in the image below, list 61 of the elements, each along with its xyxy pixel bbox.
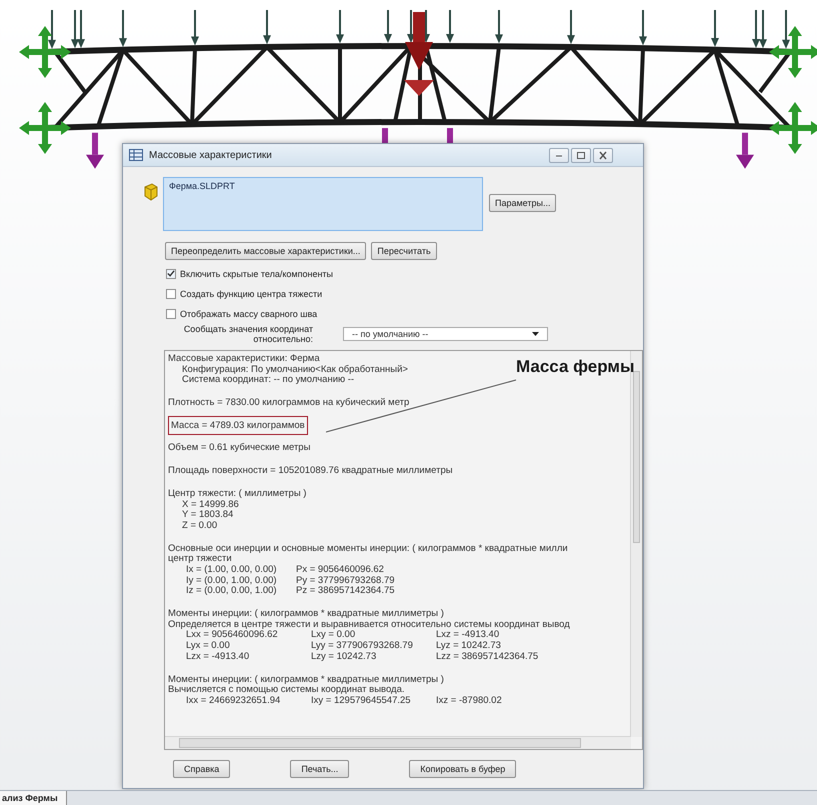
report-line: Массовые характеристики: Ферма [168,354,320,365]
report-line: центр тяжести [168,554,232,565]
report-value: Iy = (0.00, 1.00, 0.00) [186,576,277,586]
checkbox[interactable] [166,288,176,298]
report-line: Моменты инерции: ( килограммов * квадратные миллиметры ) [168,674,444,686]
selection-list[interactable]: Ферма.SLDPRT [163,177,483,231]
close-icon [597,150,609,160]
report-value: Lzz = 386957142364.75 [436,652,538,663]
report-value: Lzx = -4913.40 [186,652,250,663]
action-button[interactable]: Пересчитать [371,242,437,260]
report-value: Ixx = 24669232651.94 [186,696,280,707]
maximize-button[interactable] [571,148,591,162]
checkbox[interactable] [166,308,176,318]
checkbox[interactable] [166,268,176,278]
report-line: Вычисляется с помощью системы координат вывода. [168,685,405,696]
report-line: X = 14999.86 [181,500,239,510]
report-line: Объем = 0.61 кубические метры [168,443,310,454]
dialog-button[interactable]: Копировать в буфер [409,760,516,778]
window-title: Массовые характеристики [149,150,273,160]
list-item[interactable]: Ферма.SLDPRT [169,181,235,191]
close-button[interactable] [593,148,613,162]
report-value: Px = 9056460096.62 [296,564,384,576]
dialog-button[interactable]: Печать... [290,760,350,778]
horizontal-scrollbar[interactable] [165,736,631,749]
coordinate-dropdown[interactable]: -- по умолчанию -- [343,327,548,341]
action-button[interactable]: Переопределить массовые характеристики... [165,242,366,260]
report-line: Конфигурация: По умолчанию<Как обработанный> [181,364,408,375]
dialog-button[interactable]: Справка [173,760,230,778]
report-line: Плотность = 7830.00 килограммов на кубический метр [168,398,410,409]
report-line: Z = 0.00 [181,520,218,532]
report-value: Py = 377996793268.79 [296,576,395,586]
report-line: Y = 1803.84 [181,510,234,521]
report-value: Lxz = -4913.40 [436,630,500,641]
report-value: Pz = 386957142364.75 [296,586,395,598]
callout-label: Масса фермы [516,357,634,377]
maximize-icon [575,150,587,160]
report-value: Lxx = 9056460096.62 [186,630,278,641]
report-line: Основные оси инерции и основные моменты инерции: ( килограммов * квадратные милли [168,544,568,554]
report-line: Моменты инерции: ( килограммов * квадратные миллиметры ) [168,609,444,620]
report-value: Lzy = 10242.73 [311,652,376,663]
caret-icon [532,332,539,336]
report-value: Lxy = 0.00 [311,630,356,641]
checkbox-label: Создать функцию центра тяжести [180,288,322,298]
report-line: Центр тяжести: ( миллиметры ) [168,488,306,500]
report-value: Ixz = -87980.02 [436,696,502,707]
field-label: Сообщать значения координат относительно: [182,324,313,344]
checkbox-label: Отображать массу сварного шва [180,308,318,318]
report-value: Lyx = 0.00 [186,641,230,652]
report-value: Ixy = 129579645547.25 [311,696,411,707]
table-icon [129,149,143,161]
report-line: Система координат: -- по умолчанию -- [181,375,354,386]
part-icon [143,183,159,201]
checkbox-label: Включить скрытые тела/компоненты [180,268,334,278]
report-line: Площадь поверхности = 105201089.76 квадратные миллиметры [168,466,453,477]
report-value: Ix = (1.00, 0.00, 0.00) [186,564,277,576]
options-button[interactable]: Параметры... [489,194,556,212]
tab[interactable]: ализ Фермы [0,791,67,805]
report-value: Lyy = 377906793268.79 [311,641,413,652]
report-line: Определяется в центре тяжести и выравнивается относительно системы координат вывод [168,620,570,630]
report-value: Iz = (0.00, 0.00, 1.00) [186,586,277,598]
report-value: Lyz = 10242.73 [436,641,501,652]
